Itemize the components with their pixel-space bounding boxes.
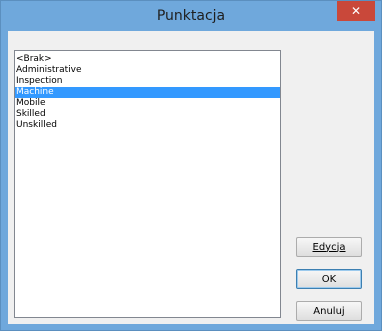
list-item-selected[interactable]: Machine (15, 87, 280, 98)
close-icon: ✕ (350, 4, 362, 18)
cancel-button[interactable]: Anuluj (296, 301, 362, 321)
edit-button[interactable]: Edycja (296, 237, 362, 257)
ok-button[interactable]: OK (296, 269, 362, 289)
close-button[interactable]: ✕ (337, 1, 375, 21)
list-item[interactable]: Inspection (15, 76, 280, 87)
list-item[interactable]: Skilled (15, 109, 280, 120)
window-title: Punktacja (156, 8, 226, 24)
dialog-window: Punktacja ✕ <Brak> Administrative Inspec… (0, 0, 382, 331)
ok-button-label: OK (321, 273, 337, 285)
title-bar[interactable]: Punktacja ✕ (1, 1, 381, 31)
cancel-button-label: Anuluj (313, 305, 345, 317)
list-item[interactable]: Mobile (15, 98, 280, 109)
scoring-listbox[interactable]: <Brak> Administrative Inspection Machine… (14, 50, 281, 318)
dialog-client-area: <Brak> Administrative Inspection Machine… (8, 31, 374, 324)
list-item[interactable]: Unskilled (15, 120, 280, 131)
list-item[interactable]: <Brak> (15, 54, 280, 65)
edit-button-label: Edycja (312, 241, 346, 253)
list-item[interactable]: Administrative (15, 65, 280, 76)
